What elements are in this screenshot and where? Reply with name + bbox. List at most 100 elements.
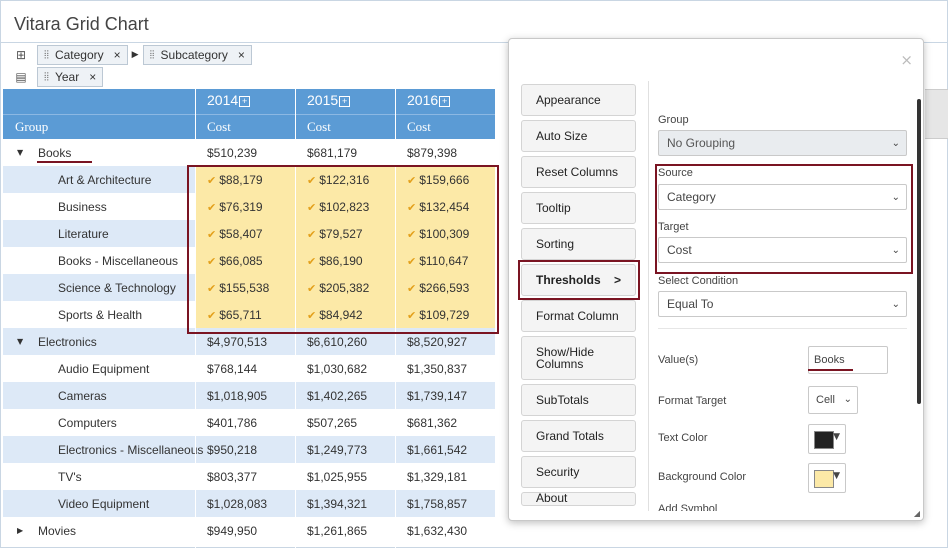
value-cell[interactable]: $6,610,260 xyxy=(307,335,367,349)
row-label: Video Equipment xyxy=(58,497,150,511)
close-icon[interactable]: × xyxy=(900,51,913,69)
value-cell[interactable]: $768,144 xyxy=(207,362,257,376)
caret-down-icon: ▼ xyxy=(833,471,840,481)
pill-label: Year xyxy=(54,70,80,84)
value-cell[interactable]: $1,402,265 xyxy=(307,389,367,403)
value-cell[interactable]: $1,394,321 xyxy=(307,497,367,511)
tab-appearance[interactable]: Appearance xyxy=(521,84,636,116)
measure-header[interactable]: Cost xyxy=(407,119,431,135)
year-header[interactable]: 2015 + xyxy=(307,92,351,108)
value-cell[interactable]: $4,970,513 xyxy=(207,335,267,349)
year-header[interactable]: 2016 + xyxy=(407,92,451,108)
value-cell[interactable]: $507,265 xyxy=(307,416,357,430)
collapse-icon[interactable]: ▼ xyxy=(17,337,23,346)
tab-label: Tooltip xyxy=(536,201,571,215)
row-pivot-bar: ⊞ ⦙⦙ Category × ▶ ⦙⦙ Subcategory × xyxy=(1,44,252,66)
row-label: Audio Equipment xyxy=(58,362,150,376)
scrollbar[interactable] xyxy=(917,99,921,404)
pill-subcategory[interactable]: ⦙⦙ Subcategory × xyxy=(142,45,252,65)
thresholds-highlight-box xyxy=(518,260,640,300)
row-label: Science & Technology xyxy=(58,281,176,295)
tab-label: Appearance xyxy=(536,93,601,107)
value-cell[interactable]: $681,362 xyxy=(407,416,457,430)
cell-value: $401,786 xyxy=(207,416,258,430)
value-cell[interactable]: $1,758,857 xyxy=(407,497,467,511)
cell-value: $1,758,857 xyxy=(407,497,468,511)
table-row[interactable]: Electronics - Miscellaneous $950,218 $1,24… xyxy=(3,436,495,463)
group-select[interactable]: No Grouping ⌄ xyxy=(658,130,907,156)
table-row[interactable]: TV's $803,377 $1,025,955 $1,329,181 xyxy=(3,463,495,490)
resize-handle-icon[interactable]: ◢ xyxy=(914,509,920,518)
cell-value: $1,329,181 xyxy=(407,470,468,484)
condition-value: Equal To xyxy=(667,297,714,311)
value-cell[interactable]: $1,261,865 xyxy=(307,524,367,538)
tab-subtotals[interactable]: SubTotals xyxy=(521,384,636,416)
value-cell[interactable]: $879,398 xyxy=(407,146,457,160)
expand-icon[interactable]: ▶ xyxy=(17,526,23,535)
tab-label: Security xyxy=(536,465,580,479)
year-label: 2015 xyxy=(307,92,339,108)
text-color-picker[interactable]: ▼ xyxy=(808,424,846,454)
table-row[interactable]: Computers $401,786 $507,265 $681,362 xyxy=(3,409,495,436)
condition-select[interactable]: Equal To ⌄ xyxy=(658,291,907,317)
value-cell[interactable]: $1,350,837 xyxy=(407,362,467,376)
value-cell[interactable]: $1,025,955 xyxy=(307,470,367,484)
value-cell[interactable]: $949,950 xyxy=(207,524,257,538)
value-cell[interactable]: $1,632,430 xyxy=(407,524,467,538)
tab-auto-size[interactable]: Auto Size xyxy=(521,120,636,152)
value-cell[interactable]: $8,520,927 xyxy=(407,335,467,349)
threshold-highlight-box xyxy=(187,165,499,334)
tab-show-hide-columns[interactable]: Show/Hide Columns xyxy=(521,336,636,380)
value-cell[interactable]: $510,239 xyxy=(207,146,257,160)
expand-icon[interactable]: + xyxy=(339,96,351,107)
tab-security[interactable]: Security xyxy=(521,456,636,488)
bg-color-picker[interactable]: ▼ xyxy=(808,463,846,493)
table-row[interactable]: ▶ Movies $949,950 $1,261,865 $1,632,430 xyxy=(3,517,495,544)
tab-sorting[interactable]: Sorting xyxy=(521,228,636,260)
table-row[interactable]: Cameras $1,018,905 $1,402,265 $1,739,147 xyxy=(3,382,495,409)
tab-grand-totals[interactable]: Grand Totals xyxy=(521,420,636,452)
expand-icon[interactable]: + xyxy=(439,96,451,107)
tab-reset-columns[interactable]: Reset Columns xyxy=(521,156,636,188)
collapse-icon[interactable]: ▼ xyxy=(17,148,23,157)
pill-year[interactable]: ⦙⦙ Year × xyxy=(37,67,104,87)
text-color-label: Text Color xyxy=(658,432,708,444)
row-label: Business xyxy=(58,200,107,214)
table-row[interactable]: Audio Equipment $768,144 $1,030,682 $1,350,… xyxy=(3,355,495,382)
pill-category[interactable]: ⦙⦙ Category × xyxy=(37,45,128,65)
pill-label: Category xyxy=(54,48,104,62)
row-label: Literature xyxy=(58,227,109,241)
value-cell[interactable]: $1,028,083 xyxy=(207,497,267,511)
tab-format-column[interactable]: Format Column xyxy=(521,300,636,332)
column-pivot-bar: ▤ ⦙⦙ Year × xyxy=(1,66,104,88)
value-cell[interactable]: $1,030,682 xyxy=(307,362,367,376)
year-header[interactable]: 2014 + xyxy=(207,92,251,108)
row-label: TV's xyxy=(58,470,82,484)
value-cell[interactable]: $1,739,147 xyxy=(407,389,467,403)
values-label: Value(s) xyxy=(658,354,699,366)
value-cell[interactable]: $1,329,181 xyxy=(407,470,467,484)
measure-header[interactable]: Cost xyxy=(307,119,331,135)
tab-tooltip[interactable]: Tooltip xyxy=(521,192,636,224)
close-icon[interactable]: × xyxy=(89,70,96,84)
cell-value: $1,030,682 xyxy=(307,362,368,376)
value-cell[interactable]: $1,661,542 xyxy=(407,443,467,457)
value-cell[interactable]: $1,249,773 xyxy=(307,443,367,457)
value-cell[interactable]: $401,786 xyxy=(207,416,257,430)
measure-header[interactable]: Cost xyxy=(207,119,231,135)
row-label: Cameras xyxy=(58,389,107,403)
expand-icon[interactable]: + xyxy=(239,96,251,107)
table-row[interactable]: Video Equipment $1,028,083 $1,394,321 $1,75… xyxy=(3,490,495,517)
value-cell[interactable]: $803,377 xyxy=(207,470,257,484)
value-cell[interactable]: $681,179 xyxy=(307,146,357,160)
add-symbol-label: Add Symbol xyxy=(658,503,718,511)
cell-value: $1,018,905 xyxy=(207,389,268,403)
close-icon[interactable]: × xyxy=(238,48,245,62)
cell-value: $768,144 xyxy=(207,362,258,376)
value-cell[interactable]: $1,018,905 xyxy=(207,389,267,403)
format-target-select[interactable]: Cell ⌄ xyxy=(808,386,858,414)
group-header[interactable]: Group xyxy=(15,119,48,135)
close-icon[interactable]: × xyxy=(114,48,121,62)
value-cell[interactable]: $950,218 xyxy=(207,443,257,457)
tab-about[interactable]: About xyxy=(521,492,636,506)
